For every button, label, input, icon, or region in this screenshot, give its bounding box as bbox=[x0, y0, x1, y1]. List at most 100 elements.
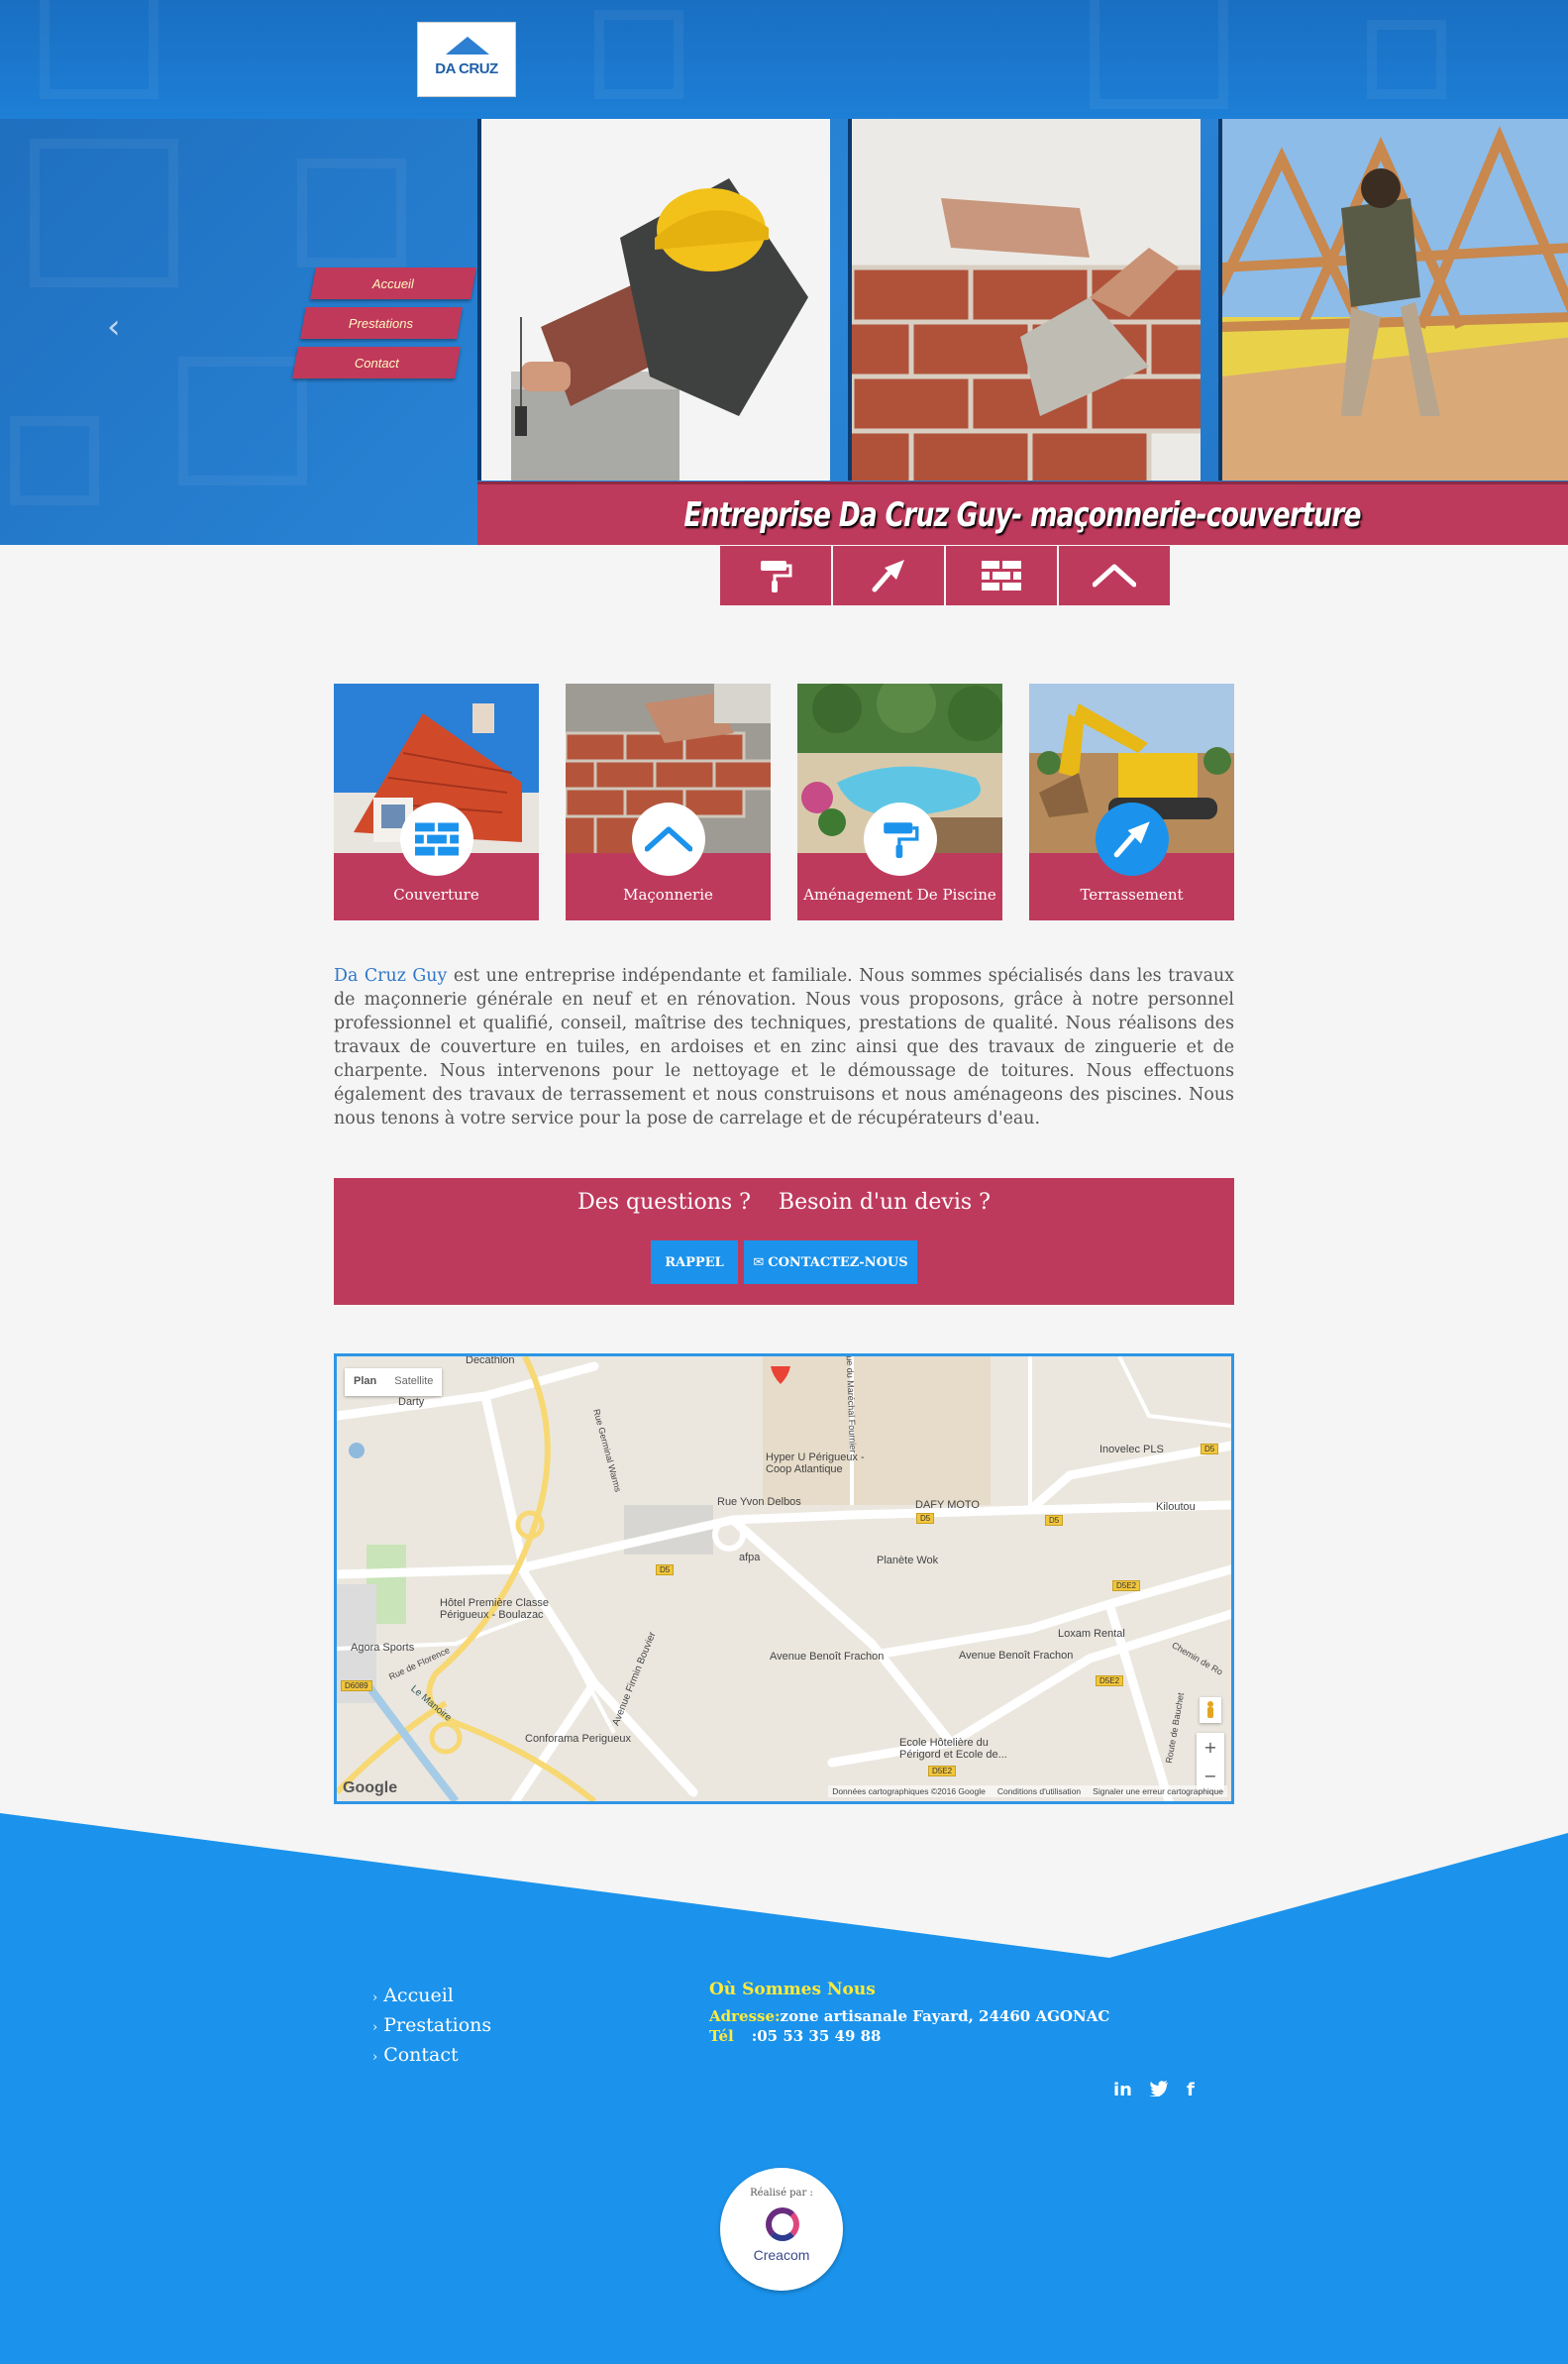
map-label: Avenue Benoît Frachon bbox=[959, 1650, 1074, 1662]
credit-label: Réalisé par : bbox=[750, 2188, 813, 2199]
map-label: Avenue Benoît Frachon bbox=[770, 1651, 885, 1663]
service-circle bbox=[632, 803, 705, 876]
intro-text: est une entreprise indépendante et famil… bbox=[334, 966, 1234, 1128]
brick-wall-button[interactable] bbox=[946, 546, 1057, 605]
intro-paragraph: Da Cruz Guy est une entreprise indépenda… bbox=[334, 964, 1234, 1130]
cta-title: Des questions ? Besoin d'un devis ? bbox=[577, 1190, 991, 1215]
hero-banner: Entreprise Da Cruz Guy- maçonnerie-couve… bbox=[477, 482, 1568, 545]
callback-button[interactable]: RAPPEL bbox=[651, 1240, 738, 1284]
road-number: D5E2 bbox=[1096, 1675, 1124, 1686]
google-map[interactable]: Plan Satellite Darty Decathlon Hyper U P… bbox=[334, 1353, 1234, 1804]
address-value: zone artisanale Fayard, 24460 AGONAC bbox=[780, 2007, 1110, 2025]
bullet-icon: › bbox=[372, 2020, 378, 2035]
map-label: Planète Wok bbox=[877, 1555, 939, 1566]
roof-icon bbox=[645, 826, 692, 852]
trowel-icon bbox=[1113, 821, 1150, 858]
location-heading: Où Sommes Nous bbox=[709, 1980, 876, 1999]
zoom-in-button[interactable]: + bbox=[1197, 1733, 1224, 1762]
credit-badge[interactable]: Réalisé par : Creacom bbox=[720, 2168, 843, 2291]
footer-link-accueil[interactable]: › Accueil bbox=[372, 1985, 454, 2006]
hero-photo-mason bbox=[477, 119, 830, 481]
bullet-icon: › bbox=[372, 1990, 378, 2005]
footer-link-contact[interactable]: › Contact bbox=[372, 2044, 459, 2066]
site-logo[interactable]: DA CRUZ bbox=[417, 22, 516, 97]
linkedin-icon[interactable]: in bbox=[1113, 2080, 1132, 2100]
trowel-button[interactable] bbox=[833, 546, 944, 605]
brick-wall-icon bbox=[415, 822, 459, 856]
service-card-terrassement[interactable]: Terrassement bbox=[1029, 684, 1234, 920]
phone-value: :05 53 35 49 88 bbox=[751, 2027, 882, 2045]
road-number: D5 bbox=[1201, 1444, 1219, 1454]
pegman-icon[interactable] bbox=[1200, 1697, 1221, 1723]
paint-roller-button[interactable] bbox=[720, 546, 831, 605]
map-label: Inovelec PLS bbox=[1099, 1444, 1164, 1455]
top-bar: DA CRUZ bbox=[0, 0, 1568, 119]
hero-slider: ‹ Accueil Prestations Contact Entreprise… bbox=[0, 119, 1568, 545]
map-label: Conforama Perigueux bbox=[525, 1733, 632, 1745]
road-number: D5E2 bbox=[1112, 1580, 1141, 1591]
map-zoom-controls: + − bbox=[1197, 1733, 1224, 1790]
footer-link-prestations[interactable]: › Prestations bbox=[372, 2014, 491, 2036]
facebook-icon[interactable]: f bbox=[1187, 2080, 1195, 2100]
logo-roof-icon bbox=[446, 37, 489, 54]
trowel-icon bbox=[872, 560, 904, 592]
brick-wall-icon bbox=[982, 561, 1021, 591]
hero-banner-title: Entreprise Da Cruz Guy- maçonnerie-couve… bbox=[683, 494, 1362, 535]
map-terms-link[interactable]: Conditions d'utilisation bbox=[997, 1786, 1081, 1796]
nav-item-contact[interactable]: Contact bbox=[292, 347, 461, 378]
service-card-maconnerie[interactable]: Maçonnerie bbox=[566, 684, 771, 920]
creacom-logo-icon bbox=[766, 2207, 799, 2241]
service-card-couverture[interactable]: Couverture bbox=[334, 684, 539, 920]
slider-prev-arrow[interactable]: ‹ bbox=[107, 307, 121, 347]
service-circle bbox=[1096, 803, 1169, 876]
road-number: D5 bbox=[1045, 1515, 1064, 1526]
map-label: Hôtel Première Classe Périgueux - Boulaz… bbox=[440, 1597, 550, 1621]
service-circle bbox=[864, 803, 937, 876]
service-label: Terrassement bbox=[1080, 886, 1184, 904]
twitter-icon[interactable] bbox=[1149, 2081, 1169, 2101]
service-icon-bar bbox=[720, 546, 1172, 605]
logo-text: DA CRUZ bbox=[435, 59, 498, 77]
map-report-link[interactable]: Signaler une erreur cartographique bbox=[1093, 1786, 1223, 1796]
map-label: Decathlon bbox=[466, 1354, 515, 1366]
map-tab-satellite[interactable]: Satellite bbox=[385, 1368, 442, 1396]
road-number: D5 bbox=[656, 1564, 675, 1575]
roof-button[interactable] bbox=[1059, 546, 1170, 605]
map-label: Hyper U Périgueux - Coop Atlantique bbox=[766, 1451, 865, 1475]
phone-label: Tél bbox=[709, 2027, 734, 2045]
map-label: Agora Sports bbox=[351, 1642, 415, 1654]
map-label: Loxam Rental bbox=[1058, 1628, 1125, 1640]
address-line: Adresse:zone artisanale Fayard, 24460 AG… bbox=[709, 2007, 1109, 2025]
contact-button[interactable]: ✉ CONTACTEZ-NOUS bbox=[744, 1240, 917, 1284]
nav-item-prestations[interactable]: Prestations bbox=[300, 307, 463, 339]
bullet-icon: › bbox=[372, 2050, 378, 2065]
service-label: Aménagement De Piscine bbox=[803, 886, 996, 904]
contact-button-label: CONTACTEZ-NOUS bbox=[768, 1254, 908, 1270]
company-name-link[interactable]: Da Cruz Guy bbox=[334, 966, 447, 986]
address-label: Adresse: bbox=[709, 2007, 781, 2025]
service-card-piscine[interactable]: Aménagement De Piscine bbox=[797, 684, 1002, 920]
nav-item-accueil[interactable]: Accueil bbox=[310, 268, 476, 299]
map-label: Ecole Hôtelière du Périgord et Ecole de.… bbox=[899, 1737, 1007, 1761]
contact-cta: Des questions ? Besoin d'un devis ? RAPP… bbox=[334, 1178, 1234, 1305]
paint-roller-icon bbox=[884, 822, 919, 858]
map-type-tabs: Plan Satellite bbox=[345, 1368, 443, 1396]
map-label: afpa bbox=[739, 1552, 761, 1563]
service-label: Couverture bbox=[393, 886, 479, 904]
map-label: Kiloutou bbox=[1156, 1501, 1196, 1513]
road-number: D5 bbox=[916, 1513, 935, 1524]
credit-name: Creacom bbox=[753, 2247, 810, 2263]
service-circle bbox=[400, 803, 473, 876]
map-tab-plan[interactable]: Plan bbox=[345, 1368, 385, 1396]
envelope-icon: ✉ bbox=[753, 1254, 765, 1270]
phone-line: Tél :05 53 35 49 88 bbox=[709, 2027, 881, 2045]
service-label: Maçonnerie bbox=[623, 886, 713, 904]
map-label: DAFY MOTO bbox=[915, 1499, 980, 1511]
paint-roller-icon bbox=[761, 561, 792, 592]
road-number: D5E2 bbox=[928, 1766, 957, 1776]
road-number: D6089 bbox=[341, 1680, 372, 1691]
map-attribution: Données cartographiques ©2016 Google Con… bbox=[828, 1785, 1227, 1797]
hero-photo-roof-frame bbox=[1218, 119, 1568, 481]
map-copyright: Données cartographiques ©2016 Google bbox=[832, 1786, 986, 1796]
map-label: Rue Yvon Delbos bbox=[717, 1496, 801, 1508]
